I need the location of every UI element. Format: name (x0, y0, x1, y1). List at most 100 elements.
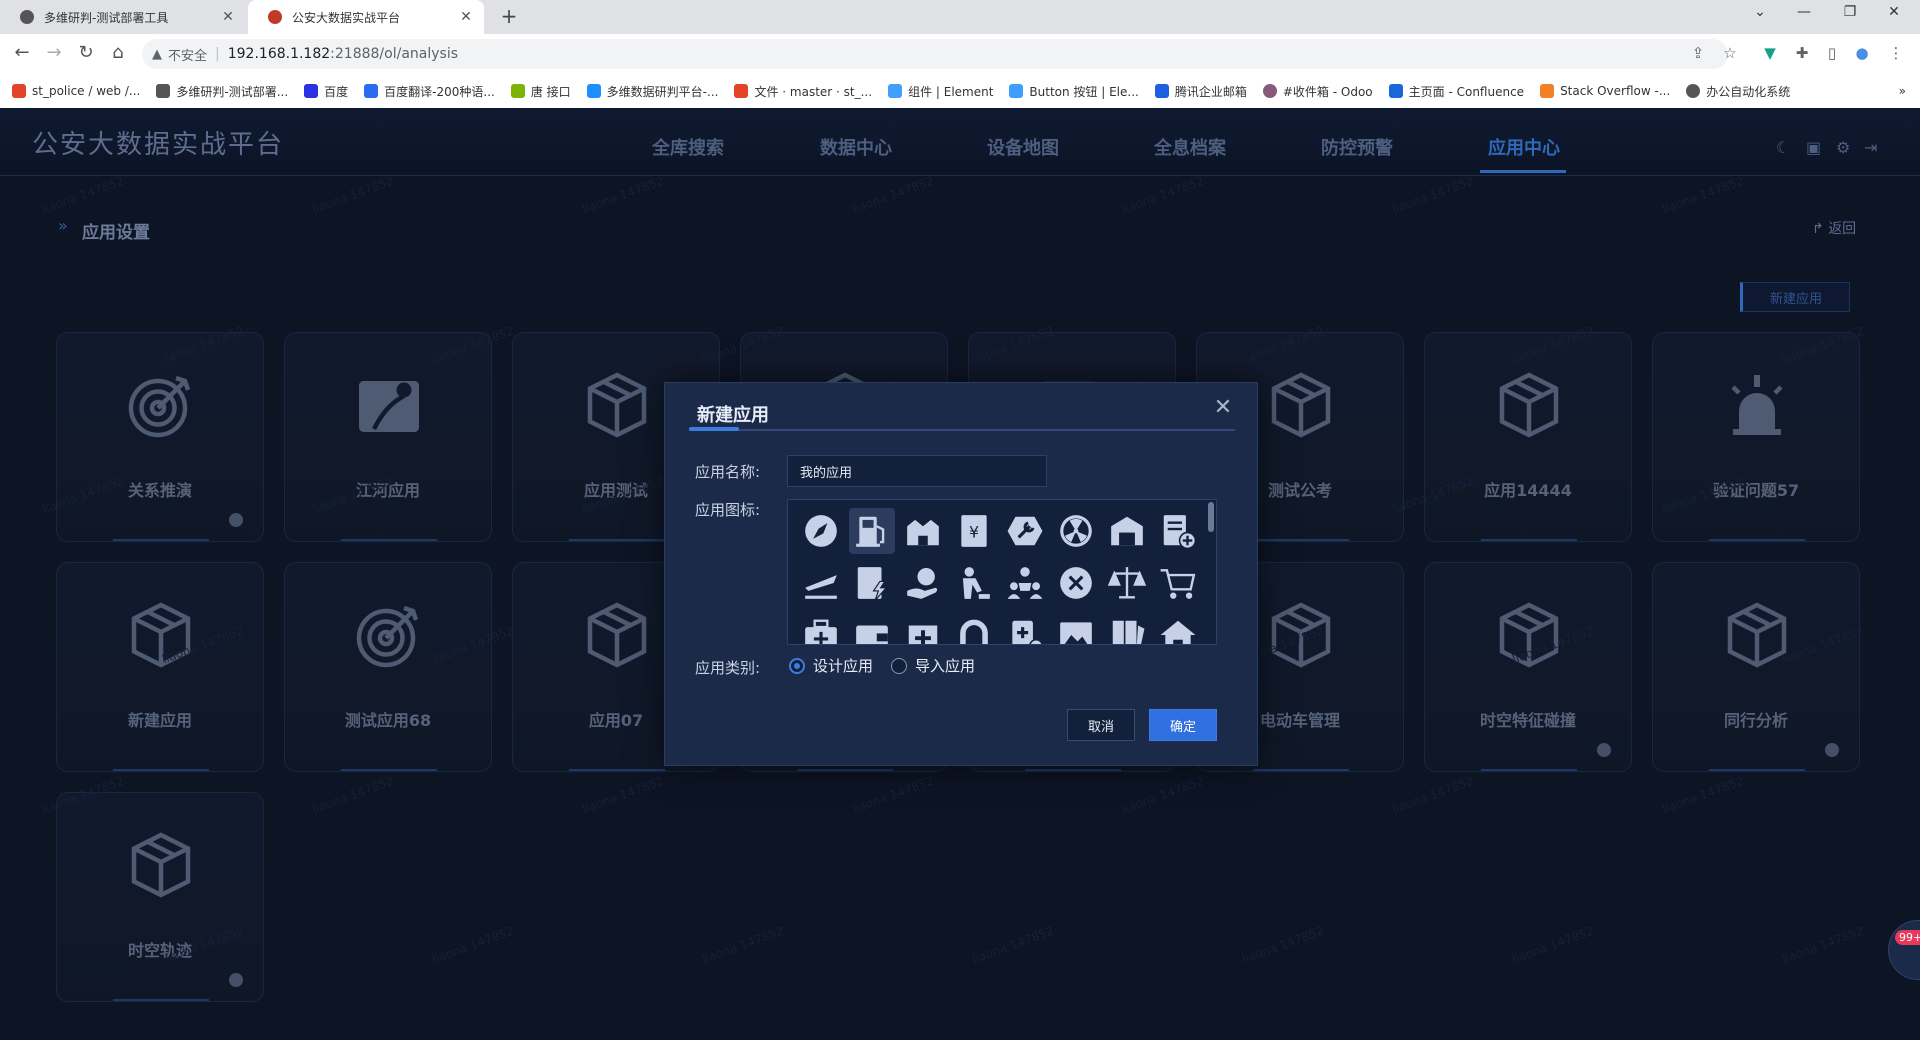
globe-icon (156, 84, 171, 98)
restore-icon[interactable]: ❐ (1836, 4, 1864, 20)
stackoverflow-icon (1540, 84, 1555, 98)
book-icon[interactable] (1104, 612, 1150, 644)
medkit-icon[interactable] (798, 612, 844, 644)
radio-dot (789, 657, 805, 674)
worker-icon[interactable] (951, 560, 997, 606)
bookmark[interactable]: 多维数据研判平台-... (586, 83, 719, 100)
icon-picker[interactable]: ¥ (787, 499, 1217, 645)
element-icon (1009, 84, 1024, 98)
close-tab-icon[interactable]: ✕ (458, 9, 474, 25)
back-icon[interactable]: ← (10, 42, 34, 63)
name-label: 应用名称: (695, 463, 761, 481)
warning-icon: ▲ (152, 46, 162, 62)
translate-icon (364, 84, 379, 98)
bookmark-label: 多维数据研判平台-... (606, 84, 719, 99)
radio-label: 导入应用 (915, 657, 976, 675)
share-icon[interactable]: ⇪ (1688, 44, 1708, 62)
bookmark[interactable]: 组件 | Element (888, 83, 993, 100)
tab-bar: 多维研判-测试部署工具 ✕ 公安大数据实战平台 ✕ + ⌄ — ❐ ✕ (0, 0, 1920, 34)
ambulance-icon[interactable] (1002, 612, 1048, 644)
garage-icon[interactable] (1104, 508, 1150, 554)
forward-icon[interactable]: → (42, 42, 66, 63)
ok-button[interactable]: 确定 (1149, 709, 1217, 741)
scrollbar[interactable] (1208, 502, 1214, 532)
tab-police-platform[interactable]: 公安大数据实战平台 ✕ (248, 0, 484, 34)
wallet-icon[interactable] (849, 612, 895, 644)
cancel-button[interactable]: 取消 (1067, 709, 1135, 741)
reload-icon[interactable]: ↻ (74, 42, 98, 63)
confluence-icon (1388, 84, 1403, 98)
compass-icon[interactable] (798, 508, 844, 554)
power-document-icon[interactable] (849, 560, 895, 606)
dialog-title: 新建应用 (697, 405, 769, 426)
bookmark[interactable]: 百度翻译-200种语... (364, 83, 495, 100)
menu-icon[interactable]: ⋮ (1886, 44, 1906, 62)
insecure-label: 不安全 (168, 48, 208, 64)
police-badge-icon (268, 10, 282, 24)
radiation-icon[interactable] (1053, 508, 1099, 554)
yuan-document-icon[interactable]: ¥ (951, 508, 997, 554)
tab-title: 多维研判-测试部署工具 (44, 10, 169, 25)
radio-import-app[interactable]: 导入应用 (891, 655, 975, 676)
bookmark[interactable]: Button 按钮 | Ele... (1009, 83, 1139, 100)
close-circle-icon[interactable] (1053, 560, 1099, 606)
tab-search-icon[interactable]: ⌄ (1746, 4, 1774, 20)
api-icon (510, 84, 525, 98)
bookmark-label: 主页面 - Confluence (1408, 84, 1525, 99)
bookmark[interactable]: Stack Overflow -... (1540, 84, 1670, 98)
bookmark-label: 办公自动化系统 (1706, 84, 1791, 99)
team-icon[interactable] (1002, 560, 1048, 606)
bookmark[interactable]: 腾讯企业邮箱 (1154, 83, 1247, 100)
home-icon[interactable]: ⌂ (106, 42, 130, 63)
bookmark[interactable]: #收件箱 - Odoo (1262, 83, 1373, 100)
vue-devtools-icon[interactable]: ▼ (1760, 44, 1780, 62)
platform-icon (586, 84, 601, 98)
balance-scale-icon[interactable] (1104, 560, 1150, 606)
profile-avatar-icon[interactable]: ● (1852, 44, 1872, 62)
sidepanel-icon[interactable]: ▯ (1822, 44, 1842, 62)
hospital-icon[interactable] (900, 612, 946, 644)
wrench-icon[interactable] (1002, 508, 1048, 554)
bookmark[interactable]: 文件 · master · st_... (734, 83, 872, 100)
url-host: 192.168.1.182 (227, 46, 331, 62)
close-tab-icon[interactable]: ✕ (220, 9, 236, 25)
close-icon[interactable]: ✕ (1211, 397, 1235, 421)
bookmark-label: 组件 | Element (908, 84, 994, 99)
tab-deploy-tool[interactable]: 多维研判-测试部署工具 ✕ (0, 0, 246, 34)
minimize-icon[interactable]: — (1790, 4, 1818, 20)
app-name-input[interactable]: 我的应用 (787, 455, 1047, 487)
add-document-icon[interactable] (1155, 508, 1201, 554)
bookmark[interactable]: st_police / web /... (12, 84, 140, 98)
image-icon[interactable] (1053, 612, 1099, 644)
bookmark-label: 文件 · master · st_... (754, 84, 873, 99)
home-icon[interactable] (1155, 612, 1201, 644)
bookmark[interactable]: 多维研判-测试部署... (156, 83, 288, 100)
icon-label: 应用图标: (695, 501, 761, 519)
bookmark[interactable]: 主页面 - Confluence (1388, 83, 1525, 100)
hand-yuan-icon[interactable] (900, 560, 946, 606)
address-bar[interactable]: ▲ 不安全 | 192.168.1.182 :21888/ol/analysis (142, 39, 1728, 69)
star-icon[interactable]: ☆ (1720, 44, 1740, 62)
type-label: 应用类别: (695, 659, 761, 677)
new-tab-button[interactable]: + (496, 4, 522, 28)
url-path: :21888/ol/analysis (330, 46, 458, 62)
globe-icon (1686, 84, 1701, 98)
gas-station-icon[interactable] (849, 508, 895, 554)
extensions-icon[interactable]: ✚ (1792, 44, 1812, 62)
bookmark[interactable]: 唐 接口 (510, 83, 571, 100)
plane-icon[interactable] (798, 560, 844, 606)
bookmark[interactable]: 百度 (304, 83, 348, 100)
bookmark-label: 唐 接口 (530, 84, 571, 99)
bookmark-label: Button 按钮 | Ele... (1029, 84, 1139, 99)
magnet-icon[interactable] (951, 612, 997, 644)
tab-title: 公安大数据实战平台 (292, 10, 401, 25)
bookmark[interactable]: 办公自动化系统 (1686, 83, 1790, 100)
factory-icon[interactable] (900, 508, 946, 554)
new-app-dialog: 新建应用 ✕ 应用名称: 我的应用 应用图标: ¥ 应用类别: 设计应用 导入应… (664, 382, 1258, 766)
cart-icon[interactable] (1155, 560, 1201, 606)
more-bookmarks-icon[interactable]: » (1899, 84, 1906, 98)
bookmark-label: Stack Overflow -... (1560, 84, 1671, 98)
radio-design-app[interactable]: 设计应用 (789, 655, 873, 676)
odoo-icon (1262, 84, 1277, 98)
close-window-icon[interactable]: ✕ (1880, 4, 1908, 20)
